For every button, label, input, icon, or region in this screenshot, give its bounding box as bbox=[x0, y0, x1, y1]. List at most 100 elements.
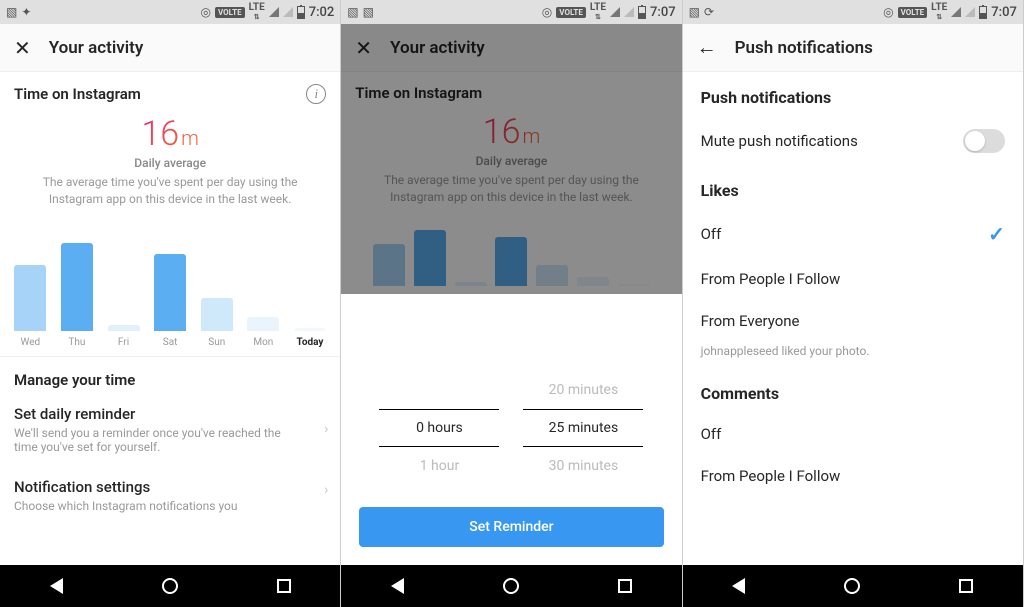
nav-back-icon[interactable] bbox=[732, 578, 745, 594]
battery-icon bbox=[638, 6, 646, 19]
chart-bar[interactable]: Sat bbox=[150, 254, 191, 348]
picture-icon: ▧ bbox=[347, 5, 358, 19]
chart-bar bbox=[453, 282, 488, 286]
row-label: Off bbox=[701, 225, 722, 243]
status-bar: ▧ ⟳ ◎ VOLTE LTE⇅ 7:07 bbox=[683, 0, 1023, 24]
section-title-comments: Comments bbox=[683, 368, 1023, 413]
daily-average-block: 16m Daily average The average time you'v… bbox=[341, 106, 681, 216]
set-reminder-button[interactable]: Set Reminder bbox=[359, 507, 663, 547]
nav-home-icon[interactable] bbox=[844, 578, 860, 594]
time-picker-sheet: 0 hours 1 hour 20 minutes 25 minutes 30 … bbox=[341, 357, 681, 565]
battery-icon bbox=[297, 6, 305, 19]
cast-icon: ◎ bbox=[201, 5, 211, 19]
nav-home-icon[interactable] bbox=[162, 578, 178, 594]
minutes-picker[interactable]: 20 minutes 25 minutes 30 minutes bbox=[523, 371, 643, 485]
likes-option-everyone[interactable]: From Everyone bbox=[683, 300, 1023, 342]
list-item-desc: We'll send you a reminder once you've re… bbox=[14, 426, 326, 454]
nav-back-icon[interactable] bbox=[50, 578, 63, 594]
status-time: 7:02 bbox=[309, 5, 335, 20]
nav-home-icon[interactable] bbox=[503, 578, 519, 594]
daily-average-label: Daily average bbox=[359, 154, 663, 168]
picker-option: 1 hour bbox=[379, 447, 499, 485]
cast-icon: ◎ bbox=[542, 5, 552, 19]
app-header: ✕ Your activity bbox=[341, 24, 681, 72]
mute-toggle[interactable] bbox=[963, 129, 1005, 153]
volte-badge: VOLTE bbox=[215, 7, 245, 18]
row-label: Off bbox=[701, 425, 722, 443]
volte-badge: VOLTE bbox=[556, 7, 586, 18]
row-label: Mute push notifications bbox=[701, 132, 858, 150]
signal-icon bbox=[269, 7, 279, 17]
picker-option: 20 minutes bbox=[523, 371, 643, 409]
set-daily-reminder-row[interactable]: Set daily reminder We'll send you a remi… bbox=[0, 393, 340, 466]
likes-hint: johnappleseed liked your photo. bbox=[683, 342, 1023, 368]
status-time: 7:07 bbox=[991, 5, 1017, 20]
section-title-push: Push notifications bbox=[683, 72, 1023, 117]
android-nav-bar bbox=[341, 565, 681, 607]
comments-option-off[interactable]: Off bbox=[683, 413, 1023, 455]
lte-badge: LTE⇅ bbox=[931, 3, 947, 21]
page-title: Your activity bbox=[390, 38, 485, 58]
nav-recents-icon[interactable] bbox=[618, 579, 632, 593]
back-arrow-icon[interactable]: ← bbox=[697, 35, 717, 60]
chevron-right-icon: › bbox=[324, 421, 328, 437]
nav-back-icon[interactable] bbox=[391, 578, 404, 594]
picker-selected: 25 minutes bbox=[523, 409, 643, 447]
page-title: Push notifications bbox=[735, 38, 873, 58]
picker-option: 30 minutes bbox=[523, 447, 643, 485]
usage-bar-chart bbox=[341, 216, 681, 286]
lte-badge: LTE⇅ bbox=[590, 3, 606, 21]
chart-bar bbox=[494, 237, 529, 286]
volte-badge: VOLTE bbox=[898, 7, 928, 18]
manage-section-title: Manage your time bbox=[0, 357, 340, 393]
row-label: From People I Follow bbox=[701, 270, 841, 288]
picture-icon: ▧ bbox=[689, 5, 700, 19]
mute-push-row[interactable]: Mute push notifications bbox=[683, 117, 1023, 165]
chart-bar[interactable]: Mon bbox=[243, 317, 284, 347]
nav-recents-icon[interactable] bbox=[277, 579, 291, 593]
screen-your-activity: ▧ ✦ ◎ VOLTE LTE⇅ 7:02 ✕ Your activity Ti… bbox=[0, 0, 341, 607]
likes-option-follow[interactable]: From People I Follow bbox=[683, 258, 1023, 300]
cast-icon: ◎ bbox=[883, 5, 893, 19]
comments-option-follow[interactable]: From People I Follow bbox=[683, 455, 1023, 497]
screen-set-reminder-picker: ▧ ▧ ◎ VOLTE LTE⇅ 7:07 ✕ Your activity Ti… bbox=[341, 0, 682, 607]
daily-average-description: The average time you've spent per day us… bbox=[18, 174, 322, 208]
picker-selected: 0 hours bbox=[379, 409, 499, 447]
chart-bar bbox=[412, 230, 447, 286]
hours-picker[interactable]: 0 hours 1 hour bbox=[379, 371, 499, 485]
info-icon[interactable]: i bbox=[306, 84, 326, 104]
leaf-icon: ✦ bbox=[21, 5, 31, 19]
notification-settings-row[interactable]: Notification settings Choose which Insta… bbox=[0, 466, 340, 515]
list-item-title: Set daily reminder bbox=[14, 405, 326, 423]
chart-bar[interactable]: Wed bbox=[10, 265, 51, 348]
chart-bar[interactable]: Today bbox=[290, 328, 331, 347]
app-header: ← Push notifications bbox=[683, 24, 1023, 72]
chart-bar[interactable]: Sun bbox=[196, 298, 237, 348]
section-title: Time on Instagram bbox=[355, 84, 482, 102]
lte-badge: LTE⇅ bbox=[249, 3, 265, 21]
nav-recents-icon[interactable] bbox=[959, 579, 973, 593]
chart-bar bbox=[535, 265, 570, 286]
section-title-likes: Likes bbox=[683, 165, 1023, 210]
chart-bar[interactable]: Fri bbox=[103, 325, 144, 348]
check-icon: ✓ bbox=[988, 222, 1005, 246]
sync-icon: ⟳ bbox=[704, 5, 714, 19]
daily-average-description: The average time you've spent per day us… bbox=[359, 172, 663, 206]
chart-bar[interactable]: Thu bbox=[57, 243, 98, 348]
close-icon[interactable]: ✕ bbox=[14, 36, 31, 60]
chart-bar bbox=[576, 277, 611, 285]
status-bar: ▧ ▧ ◎ VOLTE LTE⇅ 7:07 bbox=[341, 0, 681, 24]
daily-average-block: 16m Daily average The average time you'v… bbox=[0, 108, 340, 218]
daily-average-label: Daily average bbox=[18, 156, 322, 170]
signal-icon bbox=[610, 7, 620, 17]
row-label: From Everyone bbox=[701, 312, 800, 330]
signal-icon-2 bbox=[283, 7, 293, 17]
likes-option-off[interactable]: Off ✓ bbox=[683, 210, 1023, 258]
chart-bar bbox=[617, 284, 652, 285]
page-title: Your activity bbox=[49, 38, 144, 58]
list-item-desc: Choose which Instagram notifications you bbox=[14, 499, 326, 513]
signal-icon-2 bbox=[965, 7, 975, 17]
android-nav-bar bbox=[683, 565, 1023, 607]
close-icon[interactable]: ✕ bbox=[355, 36, 372, 60]
battery-icon bbox=[979, 6, 987, 19]
